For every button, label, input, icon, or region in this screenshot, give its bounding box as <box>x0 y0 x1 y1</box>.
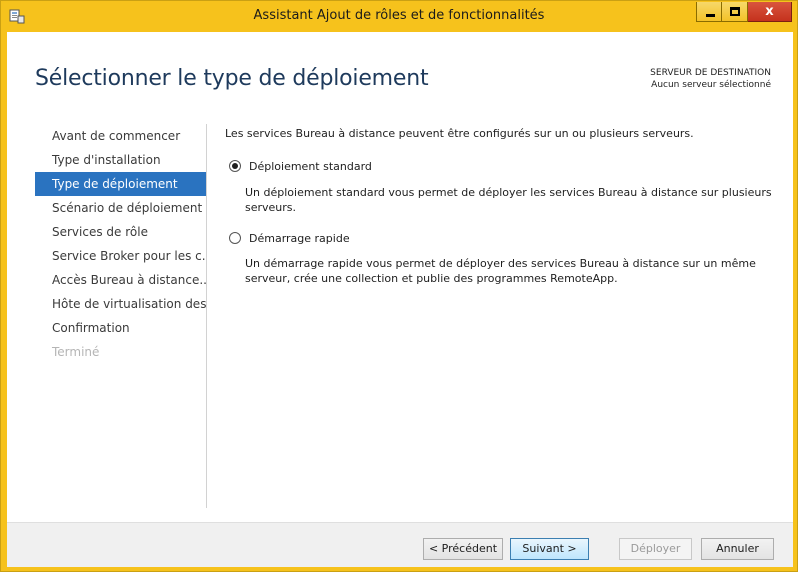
page-title: Sélectionner le type de déploiement <box>35 66 429 91</box>
radio-standard-deployment[interactable]: Déploiement standard <box>229 158 372 174</box>
title-bar[interactable]: Assistant Ajout de rôles et de fonctionn… <box>1 1 797 32</box>
next-button[interactable]: Suivant > <box>510 538 589 560</box>
radio-button-quick-start[interactable] <box>229 232 241 244</box>
nav-item-avant-de-commencer[interactable]: Avant de commencer <box>35 124 207 148</box>
nav-item-termine: Terminé <box>52 345 100 359</box>
radio-label-quick-start[interactable]: Démarrage rapide <box>249 232 350 245</box>
window-title: Assistant Ajout de rôles et de fonctionn… <box>253 8 545 23</box>
deploy-button: Déployer <box>619 538 692 560</box>
maximize-button[interactable] <box>722 2 748 22</box>
nav-item-hote-virtualisation[interactable]: Hôte de virtualisation des... <box>35 292 207 316</box>
close-icon: x <box>765 4 774 19</box>
wizard-client-area: Sélectionner le type de déploiement SERV… <box>7 32 793 567</box>
standard-deployment-description: Un déploiement standard vous permet de d… <box>245 186 772 214</box>
intro-text: Les services Bureau à distance peuvent ê… <box>225 127 694 140</box>
nav-item-acces-bureau-distance[interactable]: Accès Bureau à distance... <box>35 268 207 292</box>
nav-item-type-deploiement[interactable]: Type de déploiement <box>35 172 207 196</box>
previous-button[interactable]: < Précédent <box>423 538 503 560</box>
nav-item-service-broker[interactable]: Service Broker pour les c... <box>35 244 207 268</box>
wizard-steps-nav: Avant de commencer Type d'installation T… <box>35 124 207 364</box>
wizard-footer: < Précédent Suivant > Déployer Annuler <box>7 522 793 567</box>
destination-server-info: SERVEUR DE DESTINATION Aucun serveur sél… <box>650 67 771 91</box>
destination-label: SERVEUR DE DESTINATION <box>650 68 771 78</box>
nav-item-confirmation[interactable]: Confirmation <box>35 316 207 340</box>
close-button[interactable]: x <box>748 2 792 22</box>
maximize-icon <box>730 7 740 16</box>
wizard-window: Assistant Ajout de rôles et de fonctionn… <box>0 0 798 572</box>
destination-value: Aucun serveur sélectionné <box>651 80 771 90</box>
nav-item-type-installation[interactable]: Type d'installation <box>35 148 207 172</box>
nav-item-services-de-role[interactable]: Services de rôle <box>35 220 207 244</box>
quick-start-description: Un démarrage rapide vous permet de déplo… <box>245 257 756 285</box>
nav-item-scenario-deploiement[interactable]: Scénario de déploiement <box>35 196 207 220</box>
minimize-icon <box>706 14 715 17</box>
radio-label-standard[interactable]: Déploiement standard <box>249 160 372 173</box>
minimize-button[interactable] <box>696 2 722 22</box>
nav-divider <box>206 124 207 508</box>
radio-quick-start[interactable]: Démarrage rapide <box>229 230 350 246</box>
cancel-button[interactable]: Annuler <box>701 538 774 560</box>
radio-button-standard[interactable] <box>229 160 241 172</box>
